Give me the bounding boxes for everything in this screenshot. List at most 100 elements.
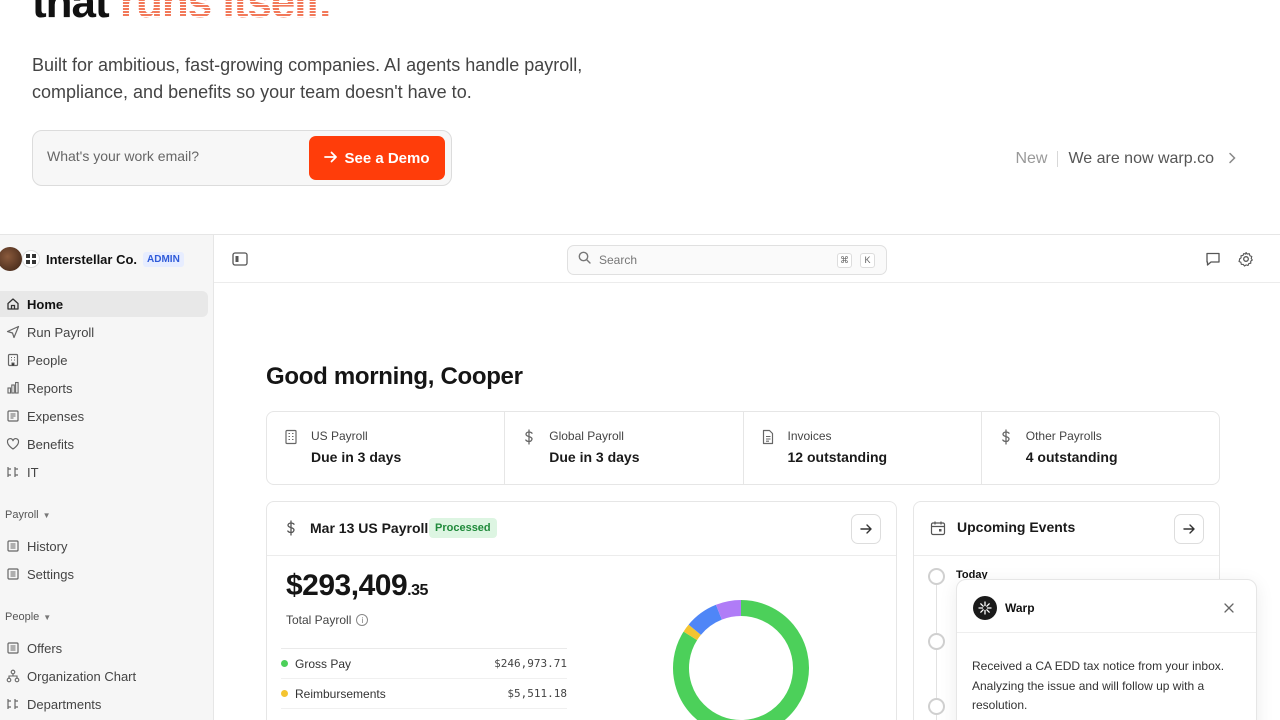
payroll-breakdown-list: Gross Pay $246,973.71 Reimbursements $5,… (281, 648, 567, 709)
sidebar-toggle-icon[interactable] (232, 252, 248, 266)
sidebar-item-label: IT (27, 464, 39, 480)
search-input[interactable] (599, 253, 829, 267)
stat-card-other-payrolls[interactable]: Other Payrolls 4 outstanding (982, 412, 1219, 484)
shortcut-cmd-key: ⌘ (837, 252, 852, 268)
stat-value: Due in 3 days (549, 449, 640, 465)
announcement-link[interactable]: New We are now warp.co (1015, 148, 1236, 169)
see-demo-label: See a Demo (344, 149, 430, 167)
work-email-input[interactable] (47, 148, 307, 164)
events-card-header: Upcoming Events (914, 502, 1219, 556)
chat-icon[interactable] (1205, 251, 1221, 267)
sidebar-item-label: People (27, 352, 68, 368)
sidebar-item-departments[interactable]: Departments (0, 691, 208, 717)
user-avatar[interactable] (0, 247, 22, 271)
arrow-right-icon (324, 150, 338, 167)
arrow-right-icon (859, 524, 872, 534)
dollar-icon (521, 429, 537, 445)
stat-value: Due in 3 days (311, 449, 402, 465)
breakdown-value: $246,973.71 (494, 657, 567, 670)
stat-label: US Payroll (311, 429, 368, 443)
gear-icon[interactable] (1238, 251, 1254, 267)
document-icon (760, 429, 776, 445)
see-demo-button[interactable]: See a Demo (309, 136, 445, 180)
timeline-marker (928, 633, 945, 650)
settings-icon (6, 567, 20, 581)
home-icon (6, 297, 20, 311)
search-icon (578, 251, 591, 269)
status-badge: Processed (429, 518, 497, 538)
notification-header: Warp (957, 580, 1256, 633)
sidebar-item-it[interactable]: IT (0, 459, 208, 485)
announcement-text: We are now warp.co (1068, 149, 1214, 167)
sidebar-item-organization-chart[interactable]: Organization Chart (0, 663, 208, 689)
breakdown-label: Reimbursements (295, 686, 386, 701)
dollar-icon (998, 429, 1014, 445)
info-icon[interactable]: i (356, 614, 369, 626)
amount-cents: .35 (407, 582, 428, 599)
stat-value: 4 outstanding (1025, 449, 1118, 465)
stat-card-global-payroll[interactable]: Global Payroll Due in 3 days (505, 412, 744, 484)
admin-badge: ADMIN (143, 251, 184, 267)
sidebar-item-label: Home (27, 296, 64, 312)
hero-title-prefix: that (32, 0, 110, 27)
sidebar-item-people[interactable]: People (0, 347, 208, 373)
hero-subtitle: Built for ambitious, fast-growing compan… (32, 55, 583, 102)
close-icon[interactable] (1224, 600, 1234, 616)
sidebar-item-reports[interactable]: Reports (0, 375, 208, 401)
donut-segment-other-2 (688, 604, 723, 636)
breakdown-row: Reimbursements $5,511.18 (281, 679, 567, 709)
people-section-header[interactable]: People ▼ (0, 607, 214, 627)
payroll-card-title: Mar 13 US Payroll (310, 520, 429, 536)
payroll-card-header: Mar 13 US Payroll Processed (267, 502, 896, 556)
hero-title: that runs itself. (32, 0, 331, 28)
payroll-section-header[interactable]: Payroll ▼ (0, 505, 214, 525)
sidebar-nav: Home Run Payroll People Reports Expenses… (0, 291, 214, 719)
people-section-label: People (5, 611, 40, 623)
sidebar-item-label: Offers (27, 640, 63, 656)
org-switcher[interactable]: Interstellar Co. ADMIN (0, 247, 184, 271)
org-logo-icon (22, 250, 40, 268)
sidebar: Interstellar Co. ADMIN Home Run Payroll … (0, 235, 214, 720)
page-title: Good morning, Cooper (266, 363, 523, 390)
departments-icon (6, 697, 20, 711)
caret-down-icon: ▼ (42, 510, 51, 520)
breakdown-value: $5,511.18 (507, 687, 567, 700)
search-bar[interactable]: ⌘ K (567, 245, 887, 275)
stat-card-us-payroll[interactable]: US Payroll Due in 3 days (267, 412, 506, 484)
legend-dot (281, 690, 288, 697)
sidebar-item-history[interactable]: History (0, 533, 208, 559)
open-payroll-button[interactable] (851, 514, 881, 544)
sidebar-item-run-payroll[interactable]: Run Payroll (0, 319, 208, 345)
history-icon (6, 539, 20, 553)
sidebar-item-settings[interactable]: Settings (0, 561, 208, 587)
stat-value: 12 outstanding (787, 449, 888, 465)
sidebar-item-label: Organization Chart (27, 668, 137, 684)
stat-label: Global Payroll (549, 429, 624, 443)
chevron-right-icon (1228, 148, 1236, 169)
sidebar-item-label: Expenses (27, 408, 85, 424)
timeline-marker (928, 698, 945, 715)
sidebar-item-benefits[interactable]: Benefits (0, 431, 208, 457)
sidebar-item-label: Settings (27, 566, 74, 582)
announcement-new-tag: New (1015, 149, 1048, 167)
bar-chart-icon (6, 381, 20, 395)
amount-main: $293,409 (286, 569, 408, 602)
sidebar-item-label: Benefits (27, 436, 74, 452)
open-events-button[interactable] (1174, 514, 1204, 544)
hero-title-accent: runs itself. (120, 0, 331, 27)
sidebar-item-home[interactable]: Home (0, 291, 208, 317)
topbar: ⌘ K (214, 235, 1280, 283)
breakdown-label: Gross Pay (295, 656, 352, 671)
breakdown-row: Gross Pay $246,973.71 (281, 649, 567, 679)
sidebar-item-label: Run Payroll (27, 324, 95, 340)
building-icon (6, 353, 20, 367)
sidebar-item-offers[interactable]: Offers (0, 635, 208, 661)
stat-card-invoices[interactable]: Invoices 12 outstanding (744, 412, 982, 484)
building-icon (283, 429, 299, 445)
calendar-icon (930, 520, 946, 536)
donut-segment-other-3 (715, 600, 742, 620)
sidebar-item-expenses[interactable]: Expenses (0, 403, 208, 429)
sidebar-item-label: History (27, 538, 68, 554)
events-card-title: Upcoming Events (957, 519, 1076, 535)
stat-label: Invoices (787, 429, 832, 443)
